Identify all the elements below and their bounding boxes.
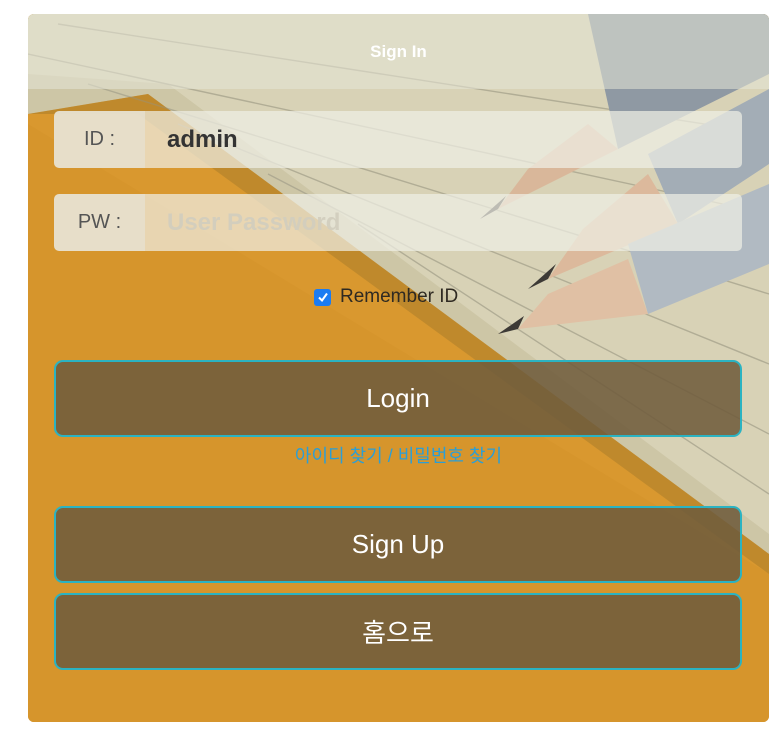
login-button[interactable]: Login	[54, 360, 742, 437]
pw-label: PW :	[54, 194, 145, 251]
home-button[interactable]: 홈으로	[54, 593, 742, 670]
id-label: ID :	[54, 111, 145, 168]
id-field: ID :	[54, 111, 742, 168]
id-input[interactable]	[145, 111, 742, 168]
remember-id: Remember ID	[314, 286, 458, 308]
login-panel: Sign In ID : PW : Remember ID Login 아이디 …	[28, 14, 769, 722]
find-id-password-link[interactable]: 아이디 찾기 / 비밀번호 찾기	[28, 442, 769, 468]
checkmark-icon	[317, 292, 328, 303]
password-field: PW :	[54, 194, 742, 251]
remember-id-label[interactable]: Remember ID	[340, 286, 458, 308]
sign-up-button[interactable]: Sign Up	[54, 506, 742, 583]
sign-in-header: Sign In	[28, 14, 769, 89]
remember-id-checkbox[interactable]	[314, 288, 331, 306]
page-title: Sign In	[370, 41, 427, 61]
password-input[interactable]	[145, 194, 742, 251]
